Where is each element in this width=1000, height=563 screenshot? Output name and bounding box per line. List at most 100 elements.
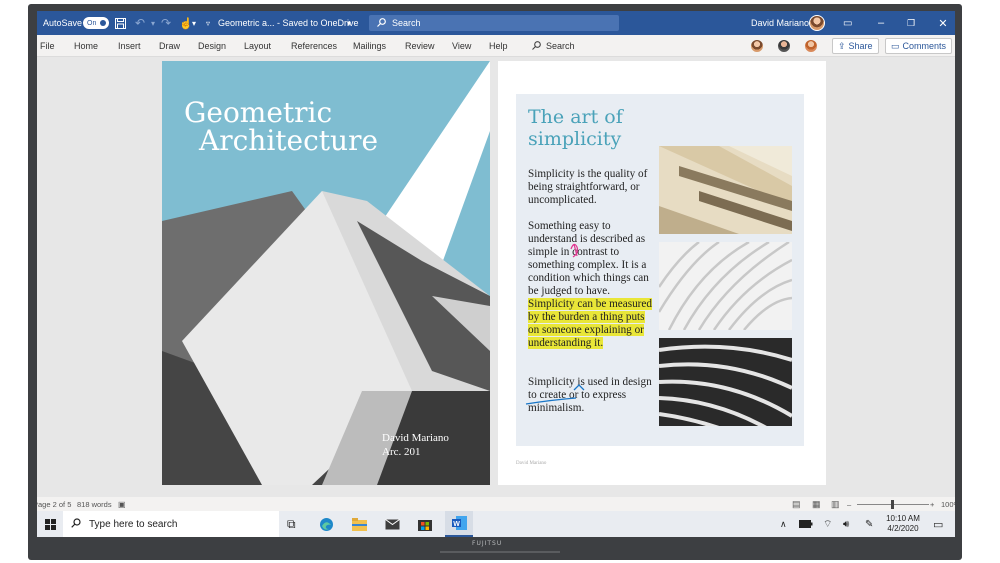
search-icon	[532, 40, 541, 52]
store-icon[interactable]	[418, 511, 432, 537]
paragraph-2-text: Something easy to understand is describe…	[528, 220, 649, 297]
menu-view[interactable]: View	[452, 35, 471, 57]
comments-button[interactable]: ▭ Comments	[885, 38, 953, 54]
battery-icon[interactable]	[799, 511, 813, 537]
cover-page[interactable]: Geometric Architecture David Mariano Arc…	[162, 61, 490, 485]
title-search-placeholder: Search	[392, 18, 421, 28]
minimize-icon[interactable]: –	[875, 11, 887, 35]
menu-search[interactable]: Search	[532, 35, 575, 57]
touch-mode-icon[interactable]: ☝	[179, 11, 193, 35]
document-page[interactable]: The art of simplicity Simplicity is the …	[498, 61, 826, 485]
comment-icon: ▭	[891, 40, 900, 51]
status-bar: Page 2 of 5 818 words ▣ ▤ ▦ ▥ – + 100%	[37, 497, 955, 511]
page-count[interactable]: Page 2 of 5	[37, 497, 71, 511]
print-layout-icon[interactable]: ▦	[812, 497, 821, 511]
clock-date: 4/2/2020	[887, 524, 919, 533]
save-icon[interactable]	[115, 11, 126, 35]
share-icon: ⇪	[838, 40, 846, 51]
collaborator-avatar-1[interactable]	[750, 39, 764, 53]
menu-home[interactable]: Home	[74, 35, 98, 57]
title-bar: AutoSave On ↶ ▾ ↷ ☝ ▾ ▿ Geometric a... -…	[37, 11, 955, 35]
menu-layout[interactable]: Layout	[244, 35, 271, 57]
content-panel: The art of simplicity Simplicity is the …	[516, 94, 804, 446]
zoom-slider[interactable]	[857, 497, 929, 511]
wifi-icon[interactable]: ⌔	[823, 511, 832, 537]
volume-icon[interactable]: 🔊︎	[843, 511, 849, 537]
document-title[interactable]: Geometric a... - Saved to OneDrive	[218, 11, 359, 35]
bezel-trim	[440, 551, 560, 553]
menu-references[interactable]: References	[291, 35, 337, 57]
autosave-state: On	[87, 19, 97, 27]
svg-text:W: W	[453, 521, 460, 528]
pen-icon[interactable]: ✎	[865, 511, 873, 537]
proofing-icon[interactable]: ▣	[118, 497, 126, 511]
system-clock[interactable]: 10:10 AM 4/2/2020	[883, 511, 923, 537]
bezel-brand-logo: FUJITSU	[472, 540, 503, 547]
page-footer: David Mariano	[516, 461, 547, 466]
menu-design[interactable]: Design	[198, 35, 226, 57]
undo-icon[interactable]: ↶	[135, 11, 145, 35]
article-heading: The art of simplicity	[528, 106, 623, 150]
paragraph-2[interactable]: Something easy to understand is describe…	[528, 220, 653, 350]
menu-file[interactable]: File	[40, 35, 55, 57]
user-avatar[interactable]	[809, 15, 825, 31]
photo-curved-facade	[659, 338, 792, 426]
web-layout-icon[interactable]: ▥	[831, 497, 840, 511]
ribbon-display-icon[interactable]: ▭	[843, 11, 852, 35]
user-name[interactable]: David Mariano	[751, 11, 809, 35]
zoom-in-icon[interactable]: +	[930, 497, 934, 511]
zoom-level[interactable]: 100%	[941, 497, 955, 511]
word-app-icon[interactable]: W	[445, 511, 473, 537]
share-button[interactable]: ⇪ Share	[832, 38, 879, 54]
cover-title-line1: Geometric	[184, 96, 333, 129]
redo-icon[interactable]: ↷	[161, 11, 171, 35]
menu-review[interactable]: Review	[405, 35, 435, 57]
show-hidden-icons[interactable]: ∧	[780, 511, 787, 537]
photo-balconies	[659, 146, 792, 234]
menu-insert[interactable]: Insert	[118, 35, 141, 57]
taskbar-search-box[interactable]: Type here to search	[63, 511, 279, 537]
search-icon	[71, 517, 81, 531]
menu-draw[interactable]: Draw	[159, 35, 180, 57]
comments-label: Comments	[902, 41, 947, 51]
screen: AutoSave On ↶ ▾ ↷ ☝ ▾ ▿ Geometric a... -…	[37, 11, 955, 537]
collaborator-avatar-2[interactable]	[777, 39, 791, 53]
collaborator-avatar-3[interactable]	[804, 39, 818, 53]
edge-browser-icon[interactable]	[319, 511, 334, 537]
autosave-toggle[interactable]: On	[83, 17, 109, 29]
highlighted-text[interactable]: Simplicity can be measured by the burden…	[528, 298, 652, 349]
close-icon[interactable]: ✕	[937, 11, 949, 35]
cover-course: Arc. 201	[382, 446, 421, 458]
menu-bar: File Home Insert Draw Design Layout Refe…	[37, 35, 955, 57]
photo-white-ribs	[659, 242, 792, 330]
restore-icon[interactable]: ❐	[905, 11, 917, 35]
zoom-out-icon[interactable]: –	[847, 497, 851, 511]
file-explorer-icon[interactable]	[352, 511, 367, 537]
word-count[interactable]: 818 words	[77, 497, 112, 511]
title-dropdown-icon: ▿	[206, 18, 211, 28]
paragraph-1[interactable]: Simplicity is the quality of being strai…	[528, 168, 653, 207]
windows-start-icon[interactable]	[41, 511, 59, 537]
notification-icon[interactable]: ▭	[933, 511, 943, 537]
menu-mailings[interactable]: Mailings	[353, 35, 386, 57]
menu-search-label: Search	[546, 41, 575, 51]
clock-time: 10:10 AM	[886, 514, 920, 523]
title-search-box[interactable]: Search	[369, 15, 619, 31]
document-canvas[interactable]: Geometric Architecture David Mariano Arc…	[37, 57, 955, 497]
paragraph-3[interactable]: Simplicity is used in design to create o…	[528, 376, 653, 415]
share-label: Share	[848, 41, 873, 51]
autosave-label: AutoSave	[43, 18, 83, 28]
cover-title-line2: Architecture	[199, 124, 379, 157]
cover-author: David Mariano	[382, 432, 449, 444]
windows-taskbar: Type here to search ⧉ W ∧ ⌔ 🔊︎ ✎ 10:10 A…	[37, 511, 955, 537]
undo-dropdown-icon[interactable]: ▾	[151, 11, 155, 35]
task-view-icon[interactable]: ⧉	[287, 511, 296, 537]
mail-icon[interactable]	[385, 511, 400, 537]
zoom-slider-thumb[interactable]	[891, 499, 894, 509]
read-mode-icon[interactable]: ▤	[792, 497, 801, 511]
cover-author-block: David Mariano Arc. 201	[382, 431, 449, 459]
customize-toolbar-icon[interactable]: ▾	[192, 11, 196, 35]
taskbar-search-placeholder: Type here to search	[89, 518, 178, 530]
title-chevron-icon[interactable]: ▾	[347, 11, 351, 35]
menu-help[interactable]: Help	[489, 35, 508, 57]
